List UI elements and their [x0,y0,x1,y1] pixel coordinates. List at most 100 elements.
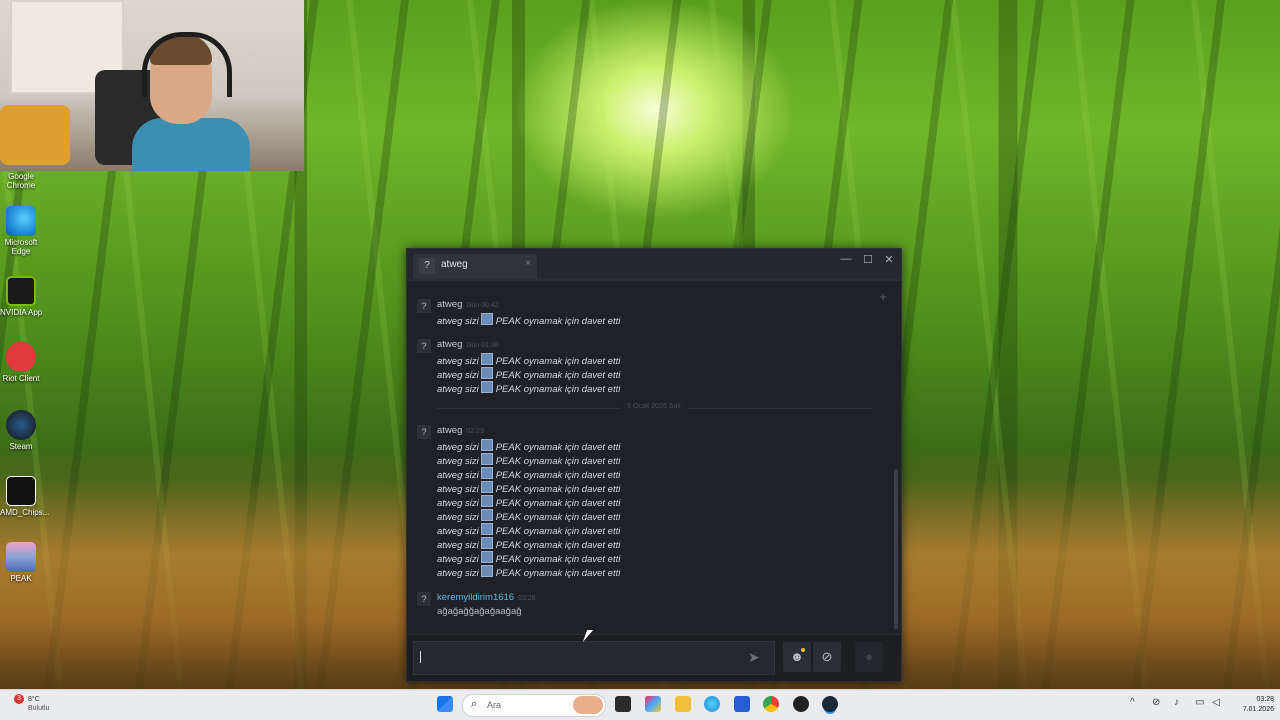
network-icon[interactable]: ⊘ [1152,697,1160,708]
invite-text: PEAK oynamak için davet etti [495,384,621,395]
text-caret [420,651,421,663]
headset-icon [142,32,232,97]
invite-message[interactable]: atweg sizi PEAK oynamak için davet etti [437,565,620,579]
minimize-button[interactable]: — [837,253,855,265]
voice-button[interactable]: ● [855,642,883,672]
sender-name[interactable]: atweg [437,425,462,436]
desktop-icon-peak[interactable]: PEAK [0,542,42,583]
message-input[interactable]: ➤ [413,641,775,675]
chat-history: ? atweg Dün 00:42 atweg sizi PEAK oynamak … [407,281,895,635]
attach-button[interactable]: ⊘ [813,642,841,672]
peak-game-icon [480,565,493,577]
invite-prefix: atweg sizi [437,370,479,381]
invite-text: PEAK oynamak için davet etti [495,470,621,481]
maximize-button[interactable]: ☐ [859,253,877,266]
chrome-taskbar-icon[interactable] [763,696,779,712]
close-tab-icon[interactable]: × [525,258,531,269]
display-icon[interactable]: ▭ [1195,697,1204,708]
invite-text: PEAK oynamak için davet etti [495,512,621,523]
search-icon: ⌕ [471,698,478,710]
peak-game-icon [480,481,493,493]
peak-game-icon [480,367,493,379]
sender-name[interactable]: atweg [437,339,462,350]
obs-icon[interactable] [793,696,809,712]
invite-message[interactable]: atweg sizi PEAK oynamak için davet etti [437,439,620,453]
avatar[interactable]: ? [417,299,431,313]
invite-text: PEAK oynamak için davet etti [495,554,621,565]
steam-taskbar-icon[interactable] [822,696,838,712]
desktop-icon-amd[interactable]: AMD_Chips... [0,476,49,517]
invite-message[interactable]: atweg sizi PEAK oynamak için davet etti [437,313,620,327]
windows-start-icon[interactable] [437,696,453,712]
invite-message[interactable]: atweg sizi PEAK oynamak için davet etti [437,551,620,565]
desktop-icon-chrome[interactable]: Google Chrome [0,172,42,190]
task-view-icon[interactable] [615,696,631,712]
invite-prefix: atweg sizi [437,484,479,495]
microphone-icon[interactable]: ♪ [1174,697,1179,708]
message-time: Dün 01:38 [466,342,499,349]
chat-message[interactable]: ağağağğağağaağağ [437,606,522,617]
desktop-icon-label: NVIDIA App [0,308,43,317]
weather-desc: Bulutlu [28,705,50,712]
invite-text: PEAK oynamak için davet etti [495,568,621,579]
edge-taskbar-icon[interactable] [704,696,720,712]
store-icon[interactable] [734,696,750,712]
nvidia-icon [6,276,36,306]
close-window-button[interactable]: ✕ [880,253,898,266]
chat-titlebar[interactable]: ? atweg × — ☐ ✕ [407,249,901,279]
weather-temp: 8°C [28,696,40,703]
invite-text: PEAK oynamak için davet etti [495,484,621,495]
message-header: atweg 02:23 [437,425,484,436]
peak-game-icon [480,537,493,549]
invite-prefix: atweg sizi [437,554,479,565]
peak-game-icon [480,523,493,535]
search-placeholder: Ara [487,700,502,710]
volume-icon[interactable]: ◁ [1212,697,1220,708]
sender-name[interactable]: keremyildirim1616 [437,592,514,603]
message-header: atweg Dün 00:42 [437,299,499,310]
chat-tab-atweg[interactable]: ? atweg × [413,254,537,279]
voice-icon: ● [865,649,873,664]
copilot-icon[interactable] [645,696,661,712]
webcam-overlay [0,0,304,171]
avatar[interactable]: ? [417,592,431,606]
invite-message[interactable]: atweg sizi PEAK oynamak için davet etti [437,453,620,467]
desktop-icon-label: Steam [9,442,33,451]
invite-message[interactable]: atweg sizi PEAK oynamak için davet etti [437,353,620,367]
desktop-icon-nvidia[interactable]: NVIDIA App [0,276,42,317]
invite-message[interactable]: atweg sizi PEAK oynamak için davet etti [437,367,620,381]
invite-message[interactable]: atweg sizi PEAK oynamak için davet etti [437,481,620,495]
file-explorer-icon[interactable] [675,696,691,712]
search-box[interactable]: ⌕ Ara [462,694,606,717]
day-divider: 6 Ocak 2026 Salı [437,403,871,413]
system-clock[interactable]: 03:28 7.01.2026 [1243,695,1274,715]
invite-message[interactable]: atweg sizi PEAK oynamak için davet etti [437,523,620,537]
invite-prefix: atweg sizi [437,456,479,467]
weather-widget[interactable]: 3 8°C Bulutlu [6,694,50,713]
notification-dot [801,648,805,652]
avatar[interactable]: ? [417,339,431,353]
webcam-sofa [0,105,70,165]
peak-game-icon [480,551,493,563]
peak-game-icon [480,439,493,451]
message-time: 03:28 [518,595,536,602]
steam-icon [6,410,36,440]
send-icon[interactable]: ➤ [748,649,760,666]
invite-message[interactable]: atweg sizi PEAK oynamak için davet etti [437,509,620,523]
peak-game-icon [480,353,493,365]
invite-message[interactable]: atweg sizi PEAK oynamak için davet etti [437,495,620,509]
invite-message[interactable]: atweg sizi PEAK oynamak için davet etti [437,381,620,395]
desktop-icon-edge[interactable]: Microsoft Edge [0,206,42,256]
desktop-icon-riot[interactable]: Riot Client [0,342,42,383]
peak-game-icon [480,495,493,507]
chat-scrollbar[interactable] [894,469,898,629]
sender-name[interactable]: atweg [437,299,462,310]
emoticon-button[interactable]: ☻ [783,642,811,672]
tray-chevron-icon[interactable]: ^ [1130,697,1135,708]
invite-message[interactable]: atweg sizi PEAK oynamak için davet etti [437,467,620,481]
avatar[interactable]: ? [417,425,431,439]
invite-message[interactable]: atweg sizi PEAK oynamak için davet etti [437,537,620,551]
desktop-icon-steam[interactable]: Steam [0,410,42,451]
amd-icon [6,476,36,506]
peak-game-icon [480,381,493,393]
